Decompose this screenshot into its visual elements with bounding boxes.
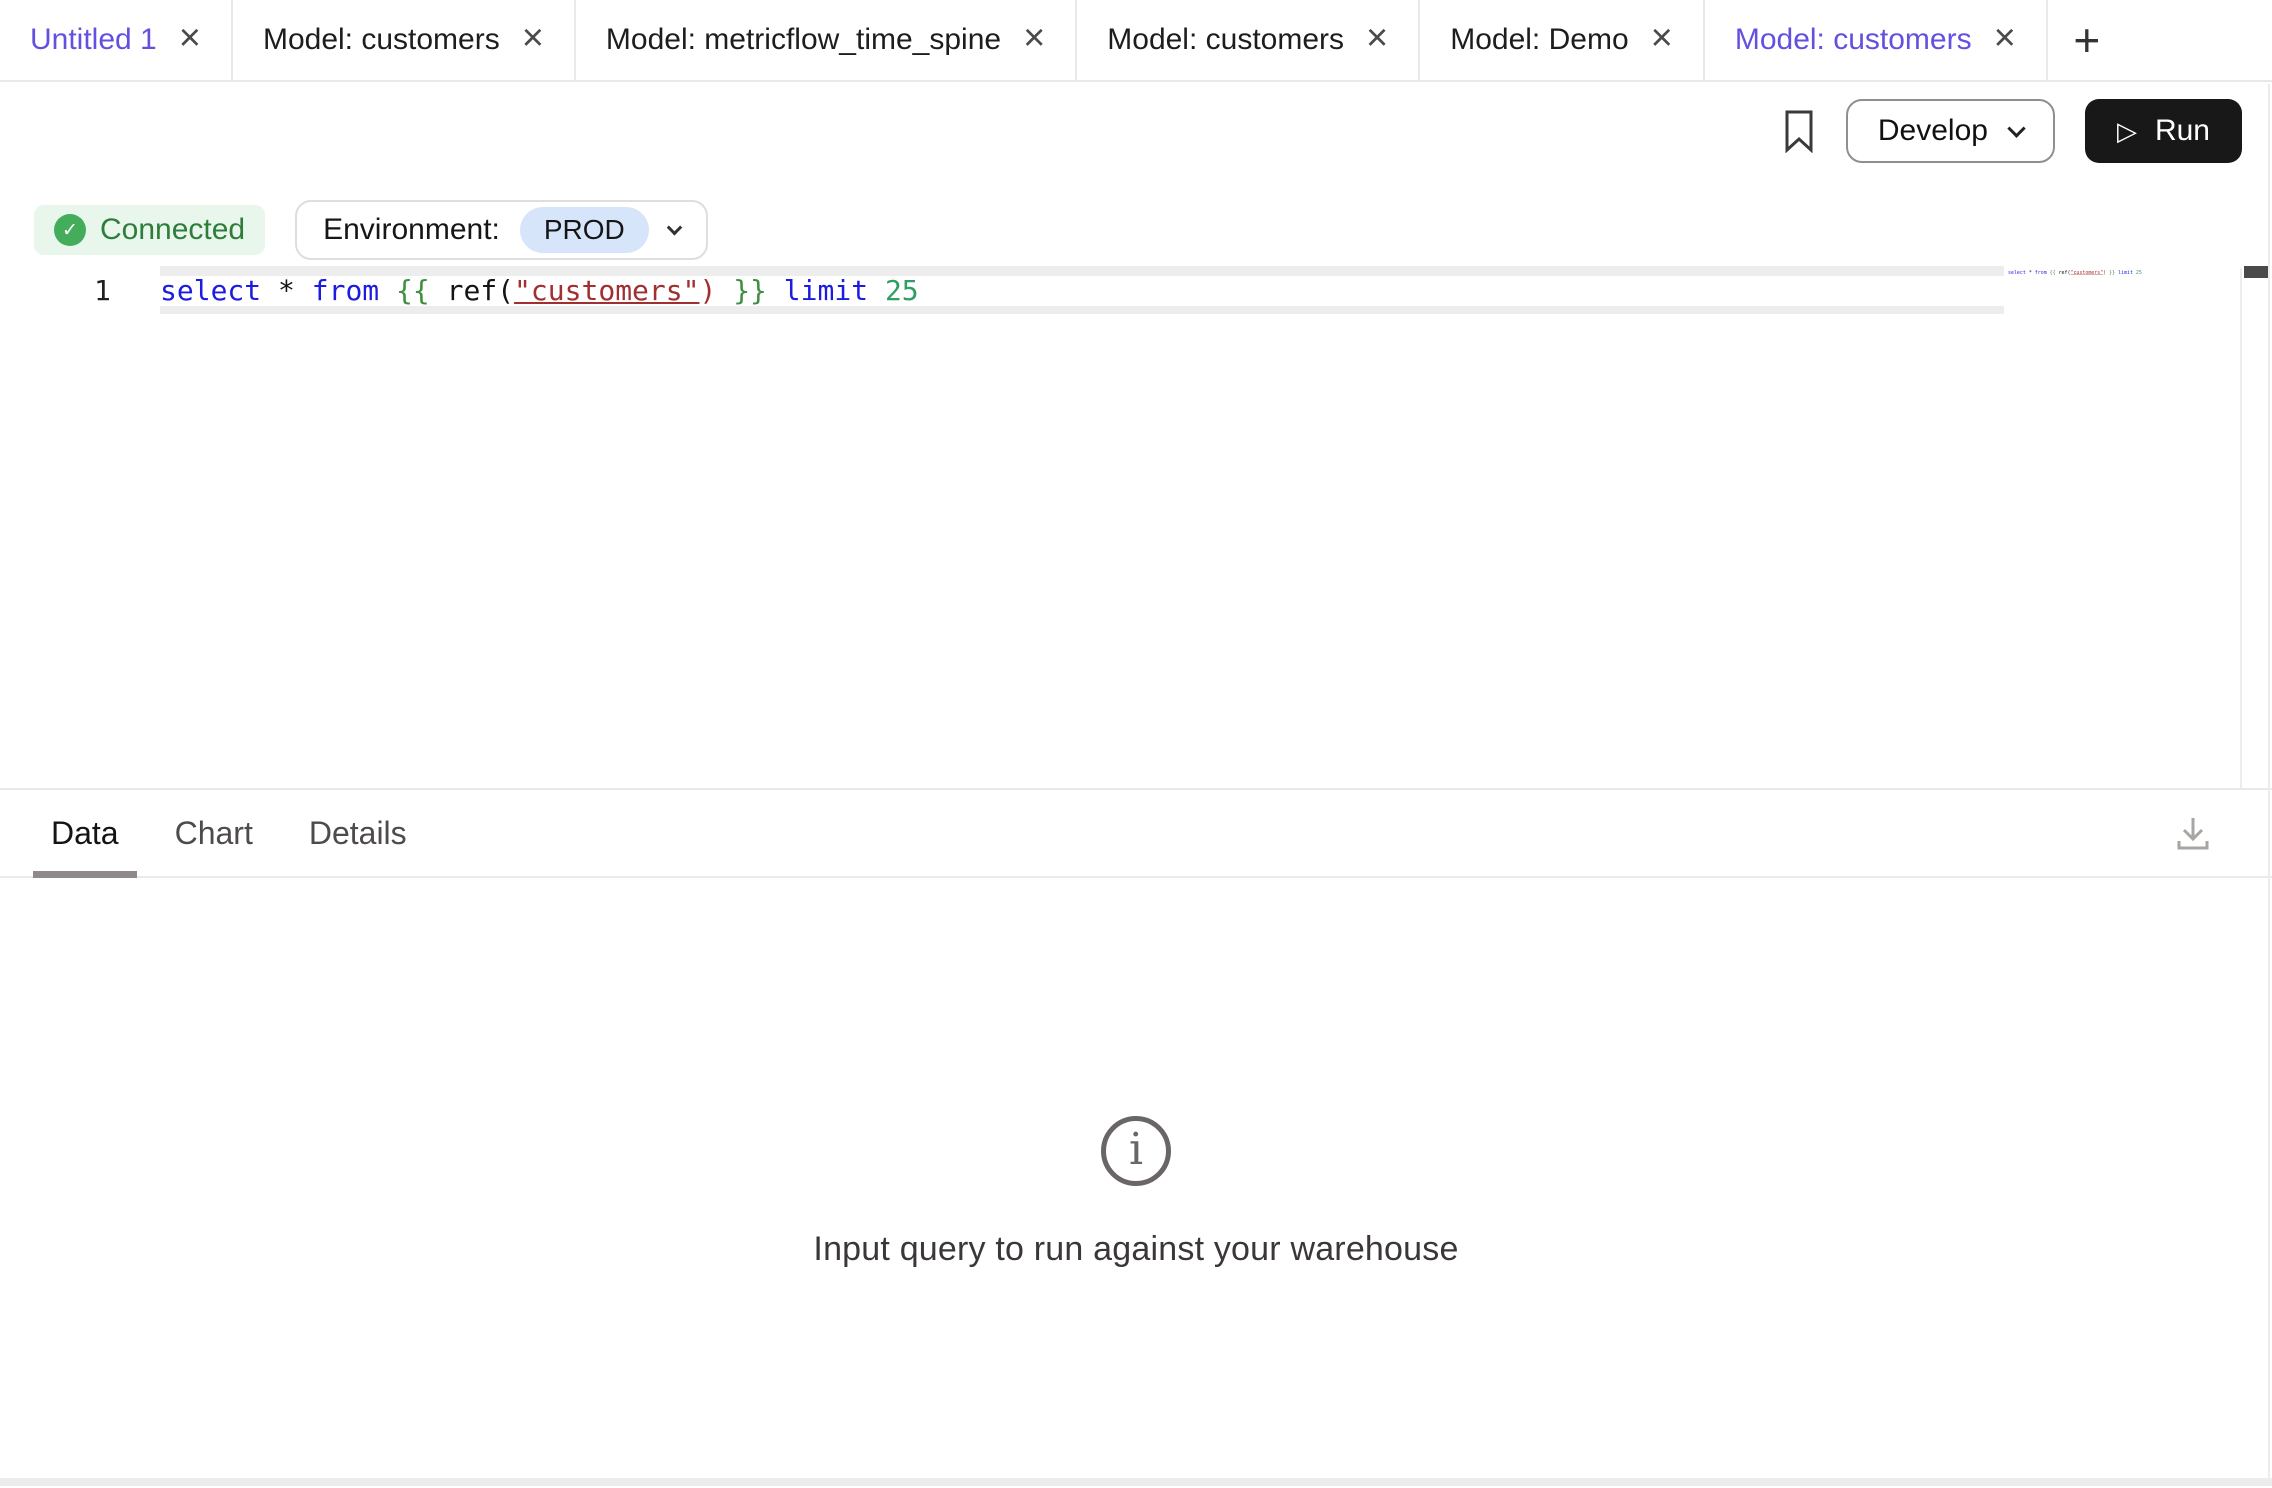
code-token: {{ [396, 274, 430, 307]
close-tab-icon[interactable]: × [179, 19, 201, 57]
environment-value-pill: PROD [520, 207, 649, 253]
bookmark-button[interactable] [1782, 109, 1816, 153]
run-label: Run [2155, 114, 2210, 148]
code-token [767, 274, 784, 307]
code-token [379, 274, 396, 307]
tab-label: Chart [175, 815, 253, 852]
code-token: 25 [885, 274, 919, 307]
code-token: ) [699, 274, 716, 307]
close-tab-icon[interactable]: × [522, 19, 544, 57]
tab-label: Model: Demo [1450, 23, 1628, 57]
tab-chart[interactable]: Chart [157, 790, 271, 876]
play-icon: ▷ [2117, 116, 2137, 147]
tab-label: Details [309, 815, 407, 852]
check-glyph: ✓ [62, 219, 78, 242]
tab-model-customers-1[interactable]: Model: customers × [233, 0, 576, 80]
tab-model-customers-2[interactable]: Model: customers × [1077, 0, 1420, 80]
results-panel: Data Chart Details i Input query to run … [0, 788, 2272, 1488]
bookmark-icon [1782, 109, 1816, 153]
plus-icon: + [2073, 13, 2100, 67]
download-icon [2170, 810, 2216, 856]
environment-label: Environment: [323, 213, 500, 247]
tab-model-customers-3[interactable]: Model: customers × [1705, 0, 2048, 80]
close-tab-icon[interactable]: × [1994, 19, 2016, 57]
chevron-down-icon [2007, 119, 2025, 137]
minimap-code: select * from {{ ref("customers") }} lim… [2008, 270, 2096, 276]
environment-dropdown[interactable]: Environment: PROD [295, 200, 708, 260]
tab-model-metricflow-time-spine[interactable]: Model: metricflow_time_spine × [576, 0, 1077, 80]
active-code-line[interactable]: select * from {{ ref("customers") }} lim… [160, 266, 2004, 314]
connection-status-badge: ✓ Connected [34, 205, 265, 255]
close-tab-icon[interactable]: × [1651, 19, 1673, 57]
run-button[interactable]: ▷ Run [2085, 99, 2242, 163]
tab-label: Model: customers [263, 23, 500, 57]
tab-label: Data [51, 815, 119, 852]
tab-data[interactable]: Data [33, 790, 137, 876]
tab-details[interactable]: Details [291, 790, 425, 876]
editor-tab-bar: Untitled 1 × Model: customers × Model: m… [0, 0, 2272, 82]
close-tab-icon[interactable]: × [1366, 19, 1388, 57]
tab-label: Untitled 1 [30, 23, 157, 57]
code-token [716, 274, 733, 307]
code-token: limit [784, 274, 868, 307]
status-row: ✓ Connected Environment: PROD [0, 200, 2272, 260]
code-token: }} [733, 274, 767, 307]
info-icon: i [1101, 1116, 1171, 1186]
active-line-bottom-strip [160, 306, 2004, 314]
results-tab-bar: Data Chart Details [0, 790, 2272, 878]
tab-label: Model: customers [1107, 23, 1344, 57]
minimap[interactable]: select * from {{ ref("customers") }} lim… [2008, 270, 2240, 300]
info-glyph: i [1129, 1128, 1143, 1172]
code-line[interactable]: select * from {{ ref("customers") }} lim… [160, 276, 2004, 306]
develop-dropdown-button[interactable]: Develop [1846, 99, 2055, 163]
code-token: * [261, 274, 312, 307]
editor-scrollbar-track[interactable] [2240, 268, 2242, 788]
tab-model-demo[interactable]: Model: Demo × [1420, 0, 1705, 80]
right-edge-divider [2268, 84, 2270, 1478]
line-number: 1 [94, 276, 111, 306]
tab-label: Model: metricflow_time_spine [606, 23, 1001, 57]
code-token-ref-link[interactable]: "customers" [514, 274, 699, 307]
toolbar: Develop ▷ Run [0, 82, 2272, 180]
new-tab-button[interactable]: + [2048, 0, 2126, 80]
develop-label: Develop [1878, 114, 1988, 148]
tab-label: Model: customers [1735, 23, 1972, 57]
code-token: ref( [430, 274, 514, 307]
download-results-button[interactable] [2170, 810, 2216, 856]
bottom-edge-bar [0, 1478, 2272, 1486]
code-token [868, 274, 885, 307]
sql-editor[interactable]: 1 select * from {{ ref("customers") }} l… [0, 260, 2272, 788]
tab-untitled-1[interactable]: Untitled 1 × [0, 0, 233, 80]
chevron-down-icon [666, 219, 682, 235]
editor-scrollbar-thumb[interactable] [2244, 266, 2270, 278]
empty-state-message: Input query to run against your warehous… [813, 1230, 1458, 1269]
check-circle-icon: ✓ [54, 214, 86, 246]
results-empty-state: i Input query to run against your wareho… [0, 878, 2272, 1269]
code-token: from [312, 274, 379, 307]
connected-label: Connected [100, 213, 245, 247]
code-token: select [160, 274, 261, 307]
close-tab-icon[interactable]: × [1023, 19, 1045, 57]
